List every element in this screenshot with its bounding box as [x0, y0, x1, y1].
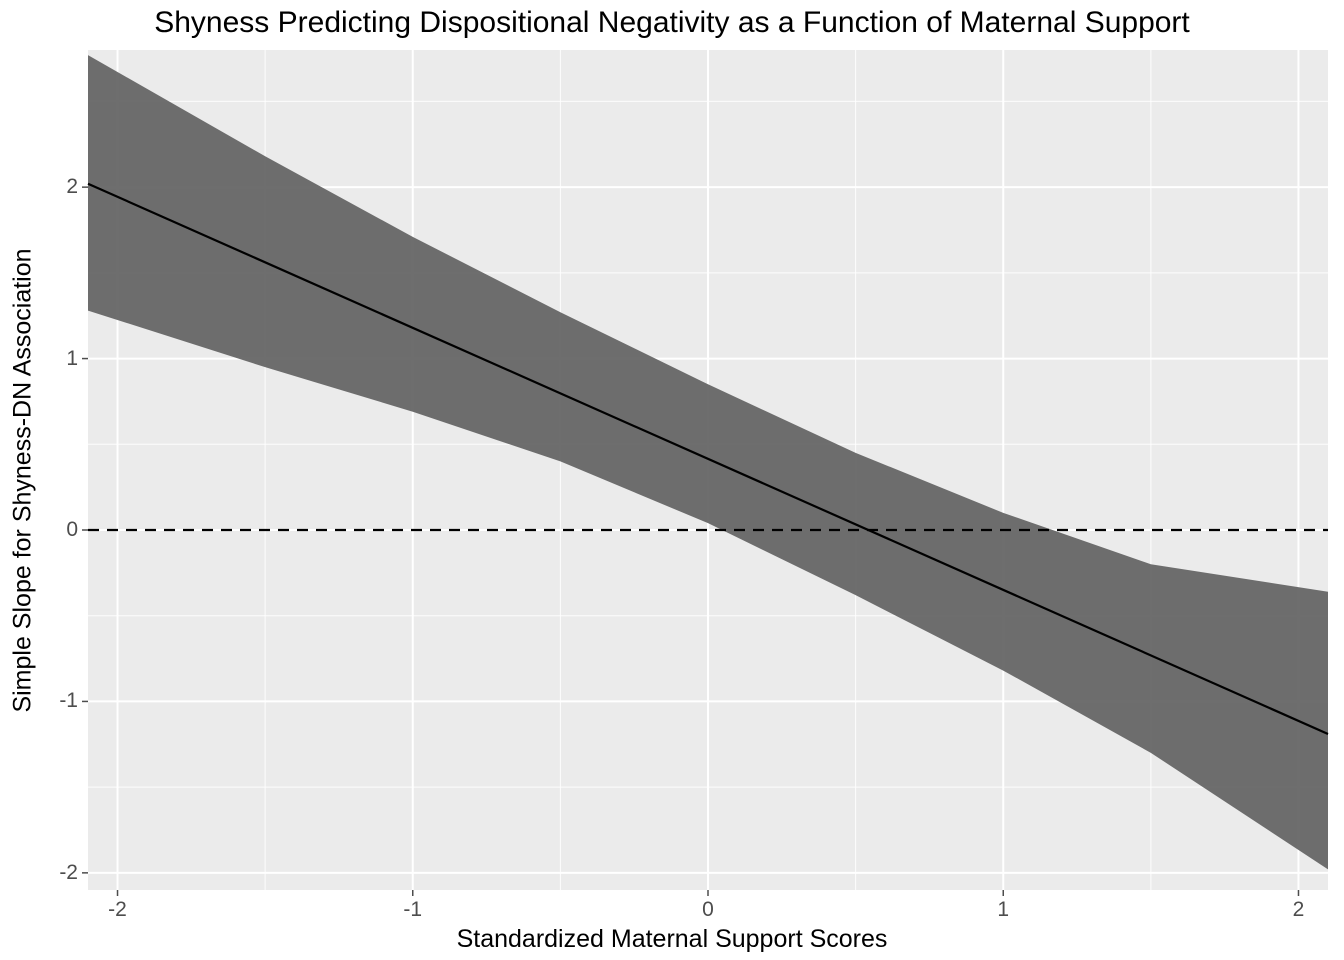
plot-area — [88, 50, 1328, 890]
chart-title: Shyness Predicting Dispositional Negativ… — [0, 6, 1344, 40]
y-tick-label: 0 — [38, 518, 78, 542]
plot-svg — [88, 50, 1328, 890]
x-tick-label: 0 — [702, 898, 714, 922]
y-axis-label: Simple Slope for Shyness-DN Association — [8, 0, 38, 960]
y-tick-label: -1 — [38, 689, 78, 713]
y-tick-label: 1 — [38, 347, 78, 371]
x-tick-label: 1 — [997, 898, 1009, 922]
x-tick-label: -2 — [108, 898, 127, 922]
x-tick-label: 2 — [1293, 898, 1305, 922]
y-tick-label: -2 — [38, 861, 78, 885]
y-tick-label: 2 — [38, 175, 78, 199]
x-axis-label: Standardized Maternal Support Scores — [0, 925, 1344, 954]
x-tick-label: -1 — [403, 898, 422, 922]
